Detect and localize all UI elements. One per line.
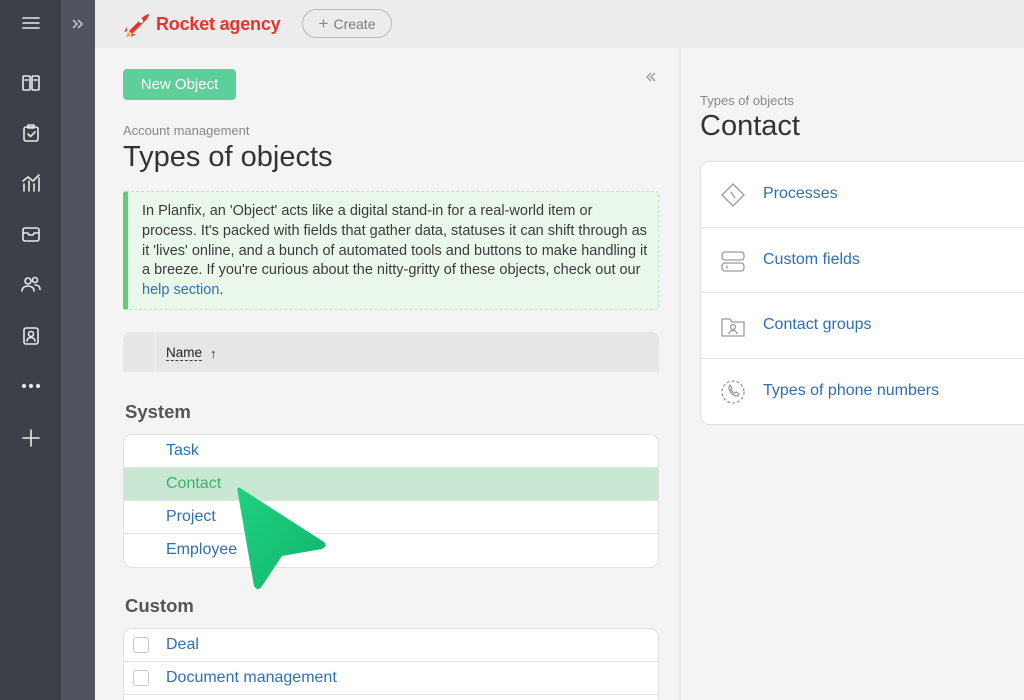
- settings-list: Processes Custom fields Contact groups T…: [700, 161, 1024, 425]
- list-item-document-management[interactable]: Document management: [124, 662, 658, 695]
- list-item-label: Document management: [166, 669, 337, 686]
- custom-fields-icon: [719, 247, 747, 275]
- system-section-title: System: [125, 401, 191, 422]
- name-column-label: Name: [166, 345, 203, 361]
- system-list: Task Contact Project Employee: [123, 434, 659, 568]
- settings-item-label: Contact groups: [763, 316, 872, 333]
- settings-item-label: Processes: [763, 185, 838, 202]
- list-item-label: Task: [166, 442, 199, 459]
- help-section-link[interactable]: help section: [142, 282, 219, 298]
- object-detail-panel: Types of objects Contact Processes Custo…: [679, 48, 1024, 700]
- object-types-panel: New Object Account management Types of o…: [95, 48, 677, 700]
- list-item-employee[interactable]: Employee: [124, 534, 658, 567]
- add-icon[interactable]: [0, 418, 61, 458]
- create-label: Create: [333, 15, 376, 32]
- table-header: Name ↑: [123, 332, 659, 372]
- list-item-label: Employee: [166, 541, 238, 558]
- list-item-label: Contact: [166, 475, 222, 492]
- list-item-deal[interactable]: Deal: [124, 629, 658, 662]
- menu-icon[interactable]: [0, 3, 61, 43]
- phone-icon: [719, 378, 747, 406]
- create-button[interactable]: + Create: [302, 9, 392, 38]
- list-item-project[interactable]: Project: [124, 501, 658, 534]
- dashboard-icon[interactable]: [0, 63, 61, 103]
- processes-icon: [719, 181, 747, 209]
- contacts-icon[interactable]: [0, 264, 61, 304]
- reports-icon[interactable]: [0, 163, 61, 203]
- detail-title: Contact: [700, 110, 800, 142]
- info-box: In Planfix, an 'Object' acts like a digi…: [123, 191, 659, 310]
- breadcrumb[interactable]: Account management: [123, 123, 249, 138]
- logo[interactable]: Rocket agency: [121, 10, 281, 38]
- list-item-label: Project: [166, 508, 216, 525]
- more-icon[interactable]: [0, 366, 61, 406]
- collapse-panel-button[interactable]: [643, 68, 659, 86]
- app-name: Rocket agency: [156, 13, 281, 34]
- top-header: Rocket agency + Create: [95, 0, 1024, 48]
- settings-item-phone-types[interactable]: Types of phone numbers: [701, 359, 1024, 425]
- inbox-icon[interactable]: [0, 214, 61, 254]
- info-text-end: .: [219, 282, 224, 299]
- name-column-header[interactable]: Name ↑: [166, 345, 217, 361]
- list-item-partial: [124, 695, 658, 700]
- list-item-label: Deal: [166, 636, 199, 653]
- custom-list: Deal Document management: [123, 628, 659, 700]
- tasks-icon[interactable]: [0, 113, 61, 153]
- contact-groups-icon: [719, 312, 747, 340]
- settings-item-label: Types of phone numbers: [763, 381, 940, 399]
- sort-arrow-up-icon: ↑: [210, 345, 217, 361]
- chevron-double-right-icon: [72, 19, 84, 29]
- secondary-sidebar: [61, 0, 95, 700]
- chevron-double-left-icon: [646, 72, 656, 82]
- rocket-icon: [124, 14, 149, 37]
- info-text: In Planfix, an 'Object' acts like a digi…: [142, 203, 648, 279]
- page-title: Types of objects: [123, 141, 333, 173]
- settings-item-contact-groups[interactable]: Contact groups: [701, 293, 1024, 359]
- row-checkbox[interactable]: [133, 670, 149, 686]
- new-object-button[interactable]: New Object: [123, 69, 236, 100]
- main-sidebar: [0, 0, 61, 700]
- settings-item-processes[interactable]: Processes: [701, 162, 1024, 228]
- detail-breadcrumb[interactable]: Types of objects: [700, 93, 794, 108]
- contact-card-icon[interactable]: [0, 316, 61, 356]
- settings-item-custom-fields[interactable]: Custom fields: [701, 228, 1024, 293]
- plus-icon: +: [318, 14, 329, 33]
- select-all-column: [123, 332, 156, 372]
- expand-sidebar-button[interactable]: [61, 6, 95, 42]
- custom-section-title: Custom: [125, 595, 194, 616]
- list-item-task[interactable]: Task: [124, 435, 658, 468]
- row-checkbox[interactable]: [133, 637, 149, 653]
- list-item-contact[interactable]: Contact: [124, 468, 658, 501]
- settings-item-label: Custom fields: [763, 250, 860, 268]
